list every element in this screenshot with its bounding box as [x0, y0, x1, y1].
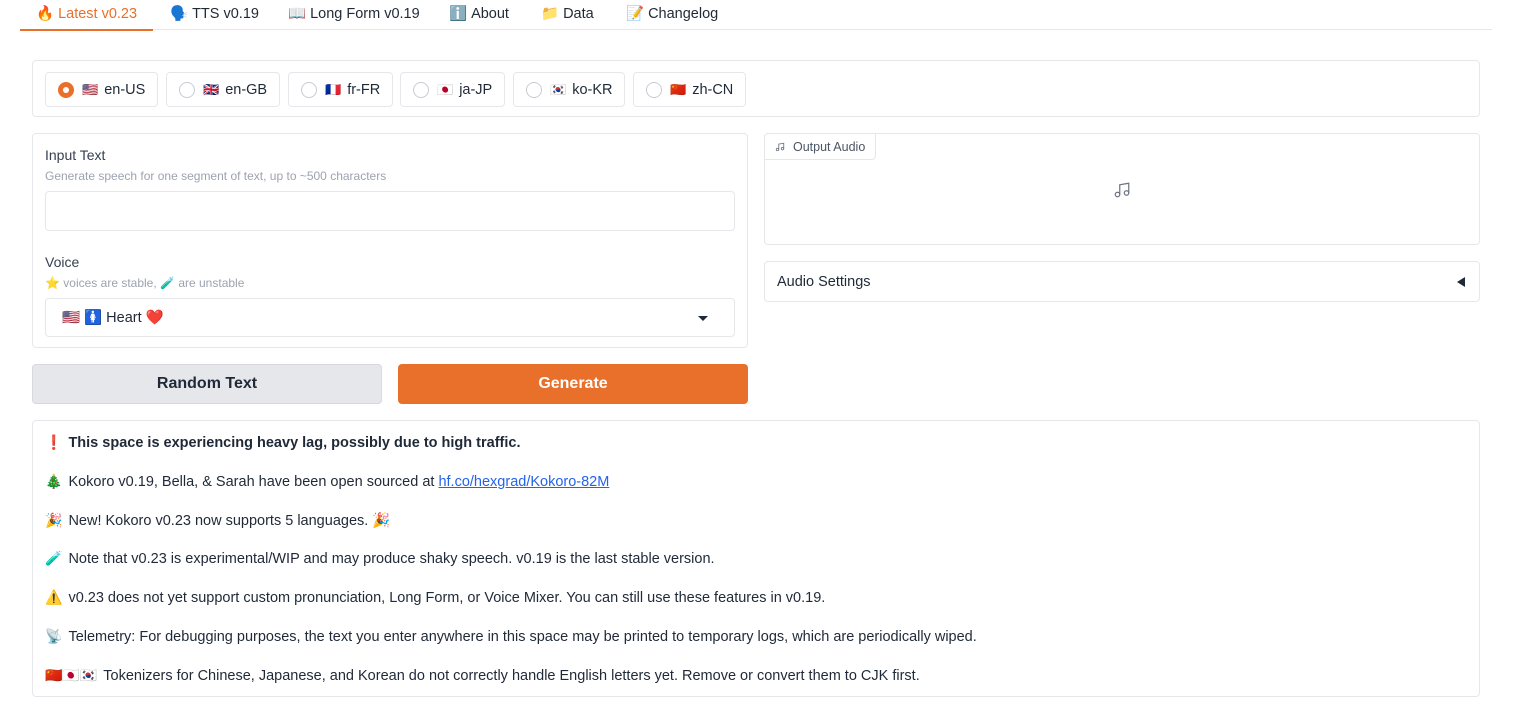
fire-icon: 🔥: [36, 6, 55, 22]
satellite-antenna-icon: 📡: [45, 628, 63, 644]
language-radio-group: 🇺🇸 en-US 🇬🇧 en-GB 🇫🇷 fr-FR 🇯🇵 ja-JP 🇰🇷 k…: [32, 60, 1480, 117]
language-option-ja-jp[interactable]: 🇯🇵 ja-JP: [400, 72, 506, 107]
audio-settings-accordion[interactable]: Audio Settings: [764, 261, 1480, 302]
cjk-flags-icon: 🇨🇳🇯🇵🇰🇷: [45, 667, 98, 683]
language-label: en-GB: [225, 81, 268, 98]
party-popper-icon: 🎉: [45, 512, 63, 528]
radio-button[interactable]: [413, 81, 429, 98]
voice-label: Voice: [45, 254, 80, 270]
tab-label: Latest v0.23: [58, 6, 138, 22]
generate-button[interactable]: Generate: [398, 364, 748, 404]
speaking-head-icon: 🗣️: [170, 6, 189, 22]
exclamation-icon: ❗: [45, 434, 63, 450]
note-text: New! Kokoro v0.23 now supports 5 languag…: [68, 513, 369, 529]
note-text: Kokoro v0.19, Bella, & Sarah have been o…: [68, 474, 435, 490]
tab-tts[interactable]: 🗣️ TTS v0.19: [154, 0, 275, 30]
folder-icon: 📁: [541, 6, 560, 22]
radio-button[interactable]: [526, 81, 542, 98]
book-icon: 📖: [288, 6, 307, 22]
note-lag: ❗ This space is experiencing heavy lag, p…: [45, 434, 520, 451]
language-label: en-US: [104, 81, 146, 98]
star-icon: ⭐: [45, 276, 60, 290]
note-tokenizers: 🇨🇳🇯🇵🇰🇷 Tokenizers for Chinese, Japanese, …: [45, 667, 920, 684]
radio-button[interactable]: [646, 81, 662, 98]
music-note-icon: [1114, 182, 1130, 198]
radio-button[interactable]: [58, 81, 74, 98]
note-open-source: 🎄 Kokoro v0.19, Bella, & Sarah have been …: [45, 473, 609, 490]
tab-label: Long Form v0.19: [310, 6, 420, 22]
tab-label: Data: [563, 6, 594, 22]
memo-icon: 📝: [626, 6, 645, 22]
note-text: Tokenizers for Chinese, Japanese, and Ko…: [103, 668, 920, 684]
language-option-fr-fr[interactable]: 🇫🇷 fr-FR: [288, 72, 394, 107]
voice-dropdown[interactable]: 🇺🇸 🚺 Heart ❤️: [45, 298, 735, 337]
output-audio-title: Output Audio: [793, 139, 866, 154]
tab-label: About: [471, 6, 509, 22]
input-text-info: Generate speech for one segment of text,…: [45, 169, 387, 183]
warning-icon: ⚠️: [45, 589, 63, 605]
party-popper-icon: 🎉: [372, 513, 391, 529]
tab-latest[interactable]: 🔥 Latest v0.23: [20, 0, 154, 31]
kokoro-model-link[interactable]: hf.co/hexgrad/Kokoro-82M: [438, 474, 609, 490]
language-label: fr-FR: [347, 81, 381, 98]
us-flag-icon: 🇺🇸: [82, 81, 99, 97]
tab-data[interactable]: 📁 Data: [525, 0, 610, 30]
tab-label: Changelog: [648, 6, 719, 22]
tab-about[interactable]: ℹ️ About: [433, 0, 525, 30]
test-tube-icon: 🧪: [160, 276, 175, 290]
triangle-left-icon: [1457, 277, 1465, 287]
tab-label: TTS v0.19: [192, 6, 259, 22]
kr-flag-icon: 🇰🇷: [550, 81, 567, 97]
random-text-button[interactable]: Random Text: [32, 364, 382, 404]
chevron-down-icon: [698, 316, 708, 321]
input-text-label: Input Text: [45, 147, 106, 163]
note-experimental: 🧪 Note that v0.23 is experimental/WIP and…: [45, 550, 715, 567]
voice-info: ⭐ voices are stable, 🧪 are unstable: [45, 276, 244, 290]
jp-flag-icon: 🇯🇵: [437, 81, 454, 97]
note-text: This space is experiencing heavy lag, po…: [68, 435, 521, 451]
output-audio-label: Output Audio: [765, 134, 877, 160]
note-languages: 🎉 New! Kokoro v0.23 now supports 5 langua…: [45, 512, 390, 529]
voice-info-unstable: are unstable: [178, 276, 245, 290]
tab-changelog[interactable]: 📝 Changelog: [610, 0, 734, 30]
voice-selected-value: 🇺🇸 🚺 Heart ❤️: [62, 310, 164, 326]
info-icon: ℹ️: [449, 6, 468, 22]
notes-panel: ❗ This space is experiencing heavy lag, p…: [32, 420, 1480, 697]
note-telemetry: 📡 Telemetry: For debugging purposes, the …: [45, 628, 977, 645]
language-label: ko-KR: [572, 81, 613, 98]
note-unsupported: ⚠️ v0.23 does not yet support custom pron…: [45, 589, 825, 606]
tab-long-form[interactable]: 📖 Long Form v0.19: [272, 0, 436, 30]
audio-settings-label: Audio Settings: [777, 273, 871, 290]
language-option-zh-cn[interactable]: 🇨🇳 zh-CN: [633, 72, 747, 107]
fr-flag-icon: 🇫🇷: [325, 81, 342, 97]
radio-button[interactable]: [179, 81, 195, 98]
language-label: ja-JP: [459, 81, 493, 98]
language-option-ko-kr[interactable]: 🇰🇷 ko-KR: [513, 72, 626, 107]
input-panel: Input Text Generate speech for one segme…: [32, 133, 748, 348]
christmas-tree-icon: 🎄: [45, 473, 63, 489]
note-text: v0.23 does not yet support custom pronun…: [68, 590, 826, 606]
test-tube-icon: 🧪: [45, 550, 63, 566]
voice-info-stable: voices are stable,: [63, 276, 157, 290]
output-audio-panel: Output Audio: [764, 133, 1480, 245]
note-text: Telemetry: For debugging purposes, the t…: [68, 629, 977, 645]
language-label: zh-CN: [692, 81, 734, 98]
language-option-en-us[interactable]: 🇺🇸 en-US: [45, 72, 159, 107]
music-note-icon: [775, 142, 785, 151]
language-option-en-gb[interactable]: 🇬🇧 en-GB: [166, 72, 281, 107]
note-text: Note that v0.23 is experimental/WIP and …: [68, 551, 715, 567]
tab-bar: 🔥 Latest v0.23 🗣️ TTS v0.19 📖 Long Form v0.…: [20, 0, 1492, 31]
gb-flag-icon: 🇬🇧: [203, 81, 220, 97]
radio-button[interactable]: [301, 81, 317, 98]
cn-flag-icon: 🇨🇳: [670, 81, 687, 97]
input-text-field[interactable]: [45, 191, 735, 231]
